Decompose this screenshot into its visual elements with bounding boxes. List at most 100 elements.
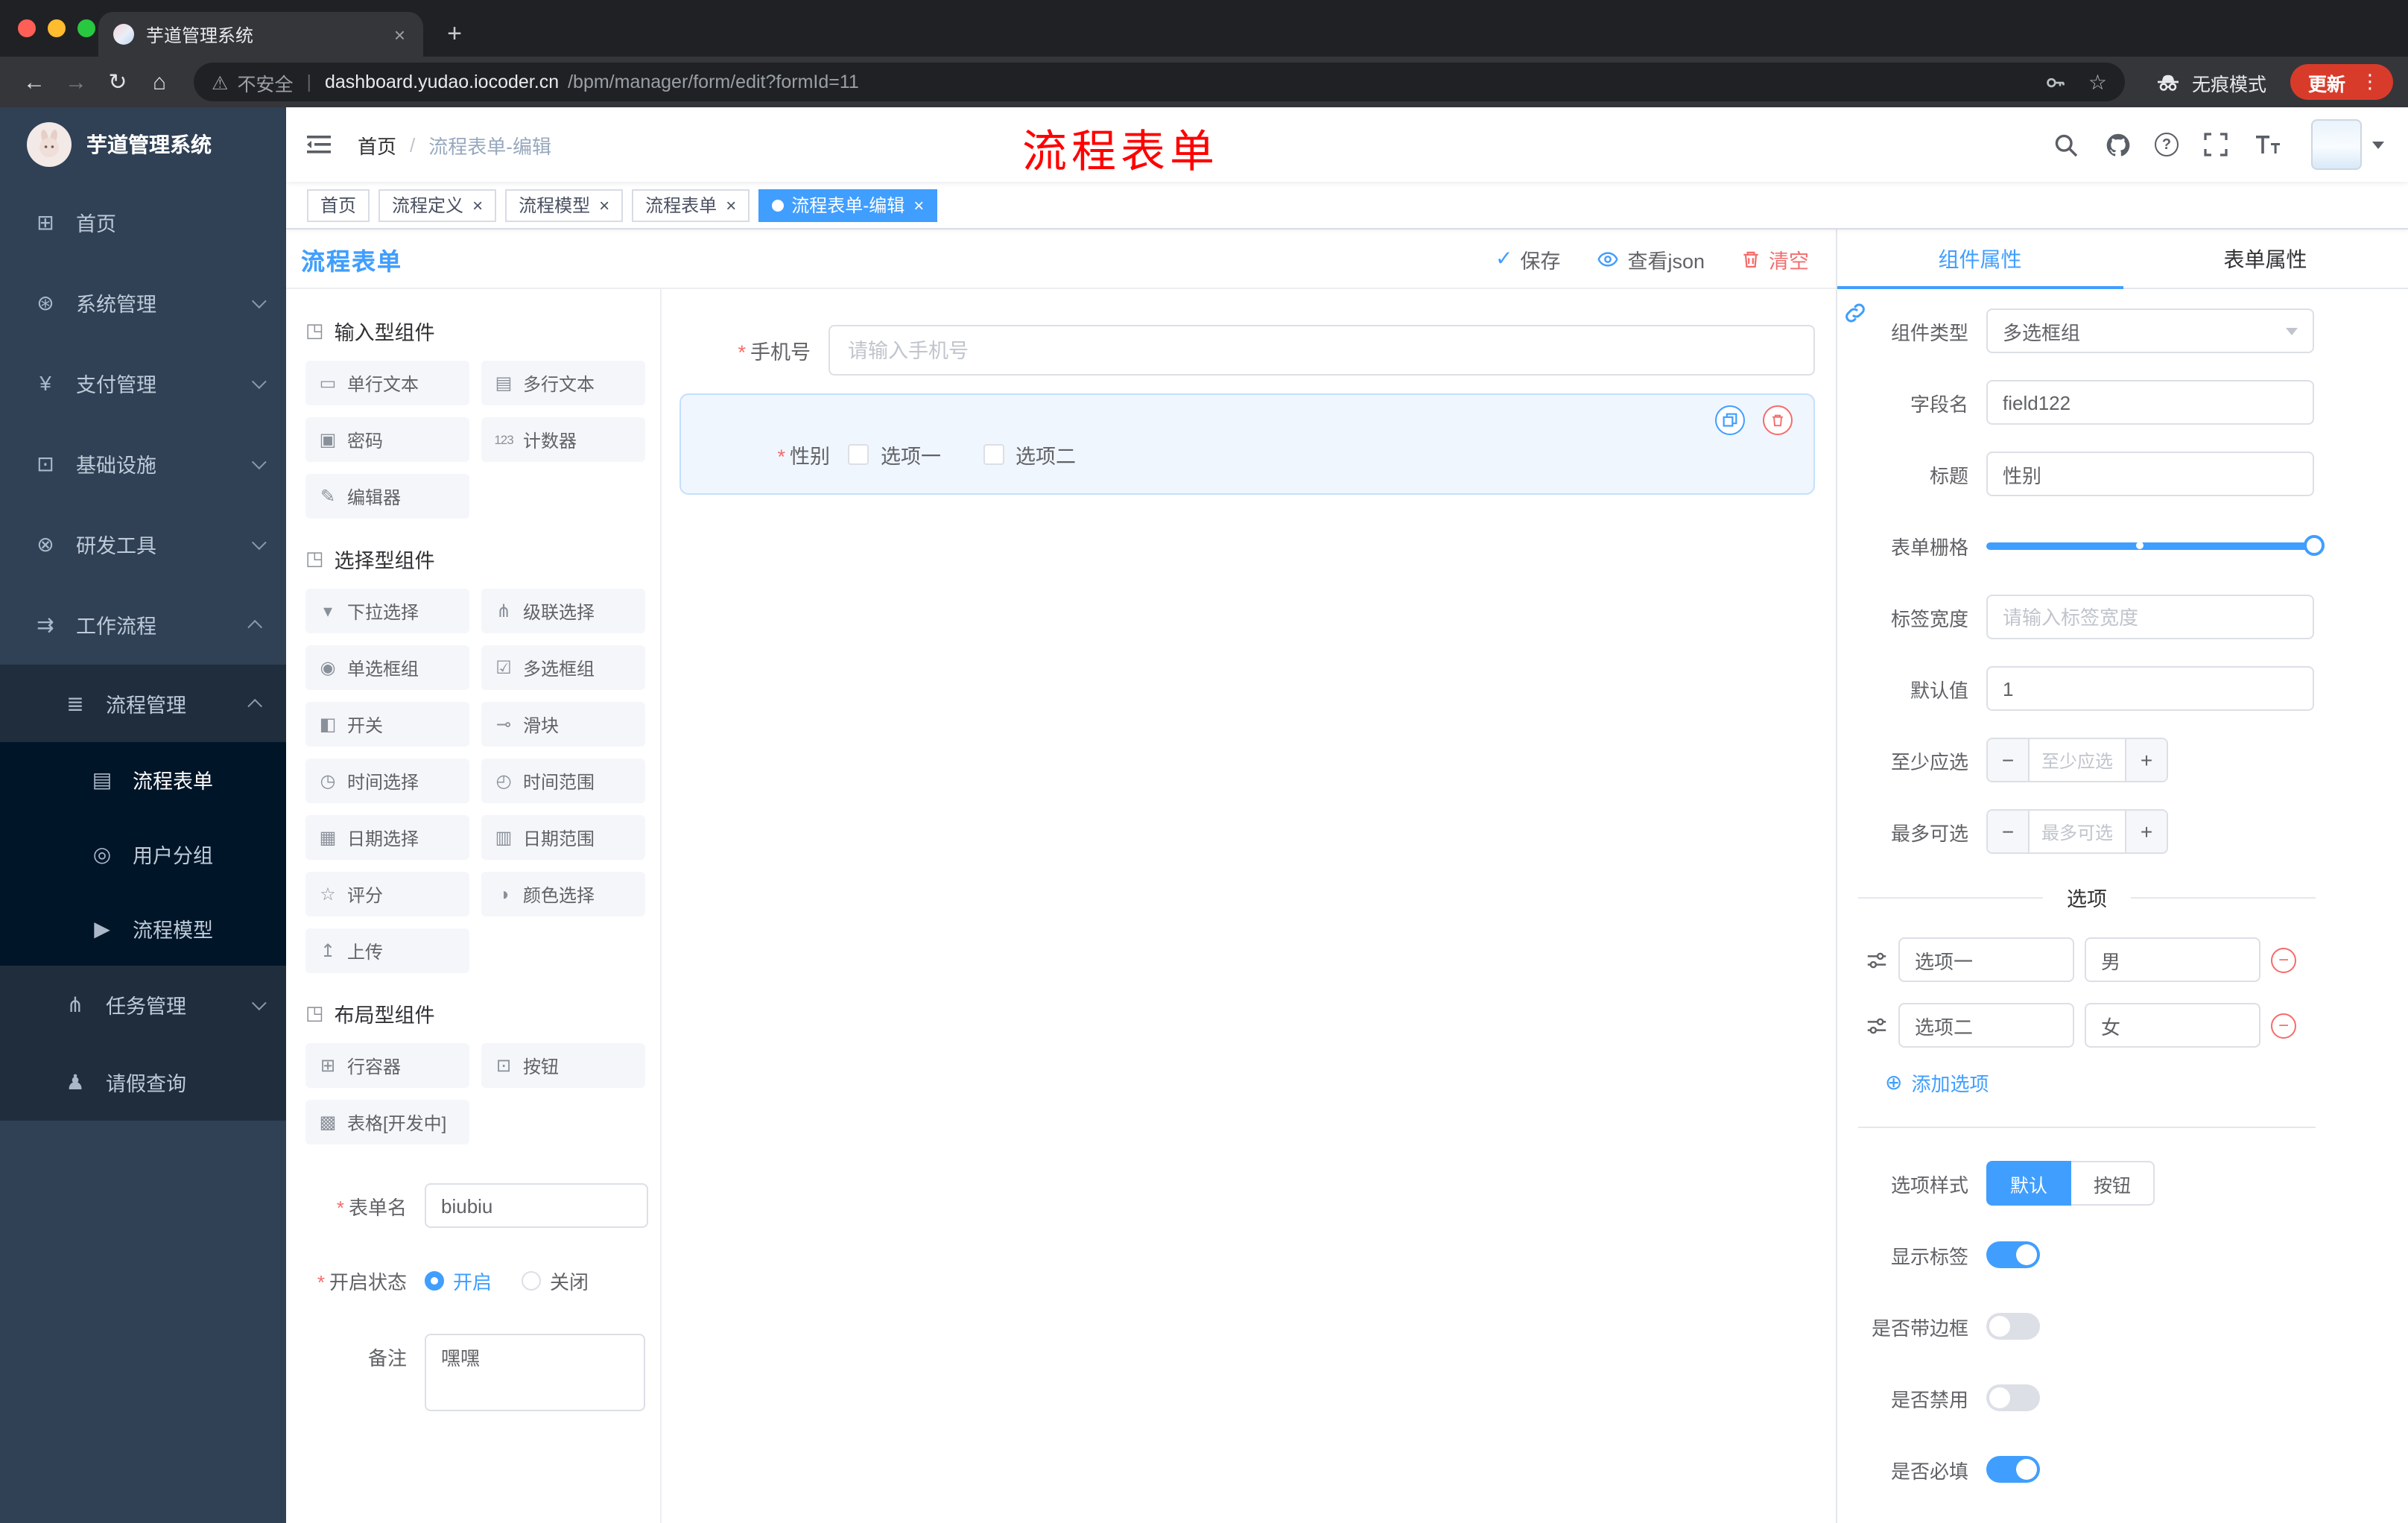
palette-item-upload[interactable]: ↥ 上传 bbox=[305, 928, 469, 973]
zoom-window-button[interactable] bbox=[77, 19, 95, 37]
palette-item-date-picker[interactable]: ▦ 日期选择 bbox=[305, 815, 469, 860]
browser-menu-icon[interactable]: ⋮ bbox=[2356, 70, 2384, 94]
remove-option-button[interactable]: − bbox=[2271, 947, 2296, 972]
sidebar-item-process-form[interactable]: ▤ 流程表单 bbox=[0, 742, 286, 817]
increment-button[interactable]: + bbox=[2125, 739, 2167, 781]
default-value-input[interactable] bbox=[1986, 666, 2314, 711]
palette-item-switch[interactable]: ◧ 开关 bbox=[305, 702, 469, 747]
gender-field-row[interactable]: * 性别 选项一 选项二 bbox=[699, 440, 1796, 469]
sidebar-item-workflow[interactable]: ⇉ 工作流程 bbox=[0, 584, 286, 665]
sidebar-item-system[interactable]: ⊛ 系统管理 bbox=[0, 262, 286, 343]
tab-component-props[interactable]: 组件属性 bbox=[1837, 229, 2123, 289]
hamburger-icon[interactable] bbox=[304, 130, 334, 159]
drag-handle-icon[interactable] bbox=[1866, 1014, 1888, 1036]
delete-component-button[interactable] bbox=[1763, 405, 1793, 435]
label-width-input[interactable] bbox=[1986, 595, 2314, 639]
drag-handle-icon[interactable] bbox=[1866, 949, 1888, 971]
forward-icon[interactable]: → bbox=[57, 63, 95, 101]
palette-item-cascader[interactable]: ⋔ 级联选择 bbox=[481, 589, 645, 633]
home-icon[interactable]: ⌂ bbox=[140, 63, 179, 101]
title-input[interactable] bbox=[1986, 452, 2314, 496]
field-name-input[interactable] bbox=[1986, 380, 2314, 425]
clear-button[interactable]: 清空 bbox=[1740, 244, 1809, 273]
tab-close-icon[interactable]: × bbox=[391, 23, 408, 45]
status-off-radio[interactable]: 关闭 bbox=[522, 1267, 589, 1295]
palette-item-row-container[interactable]: ⊞ 行容器 bbox=[305, 1043, 469, 1088]
tab-form-props[interactable]: 表单属性 bbox=[2123, 229, 2408, 288]
reload-icon[interactable]: ↻ bbox=[98, 63, 137, 101]
phone-input[interactable] bbox=[828, 325, 1815, 376]
tag-close-icon[interactable]: × bbox=[598, 196, 609, 214]
breadcrumb-home[interactable]: 首页 bbox=[358, 130, 396, 159]
new-tab-button[interactable]: + bbox=[435, 15, 474, 54]
palette-item-radio-group[interactable]: ◉ 单选框组 bbox=[305, 645, 469, 690]
palette-item-color-picker[interactable]: ◑ 颜色选择 bbox=[481, 872, 645, 916]
sidebar-item-user-group[interactable]: ◎ 用户分组 bbox=[0, 817, 286, 891]
palette-item-multi-line-text[interactable]: ▤ 多行文本 bbox=[481, 361, 645, 405]
view-json-button[interactable]: 查看json bbox=[1596, 244, 1705, 273]
grid-slider[interactable] bbox=[1986, 523, 2325, 568]
palette-item-editor[interactable]: ✎ 编辑器 bbox=[305, 474, 469, 519]
sidebar-item-home[interactable]: ⊞ 首页 bbox=[0, 182, 286, 262]
sidebar-item-leave-query[interactable]: ♟ 请假查询 bbox=[0, 1043, 286, 1121]
palette-item-password[interactable]: ▣ 密码 bbox=[305, 417, 469, 462]
palette-item-counter[interactable]: 123 计数器 bbox=[481, 417, 645, 462]
option-2-value-input[interactable] bbox=[2085, 1003, 2260, 1048]
tag-close-icon[interactable]: × bbox=[471, 196, 483, 214]
form-name-input[interactable] bbox=[425, 1183, 648, 1228]
fullscreen-icon[interactable] bbox=[2201, 130, 2231, 159]
address-bar[interactable]: ⚠ 不安全 | dashboard.yudao.iocoder.cn/bpm/m… bbox=[194, 63, 2125, 101]
palette-item-checkbox-group[interactable]: ☑ 多选框组 bbox=[481, 645, 645, 690]
tag-process-model[interactable]: 流程模型 × bbox=[505, 189, 624, 221]
form-remark-input[interactable]: 嘿嘿 bbox=[425, 1334, 645, 1411]
palette-item-button[interactable]: ⊡ 按钮 bbox=[481, 1043, 645, 1088]
gender-option-1-checkbox[interactable]: 选项一 bbox=[848, 440, 941, 469]
sidebar-item-task-management[interactable]: ⋔ 任务管理 bbox=[0, 966, 286, 1043]
style-button-button[interactable]: 按钮 bbox=[2071, 1161, 2155, 1206]
password-key-icon[interactable] bbox=[2041, 67, 2070, 97]
status-on-radio[interactable]: 开启 bbox=[425, 1267, 492, 1295]
update-button[interactable]: 更新 ⋮ bbox=[2290, 64, 2393, 100]
border-toggle[interactable] bbox=[1986, 1313, 2040, 1340]
gender-option-2-checkbox[interactable]: 选项二 bbox=[983, 440, 1076, 469]
tag-process-definition[interactable]: 流程定义 × bbox=[378, 189, 497, 221]
question-icon[interactable]: ? bbox=[2155, 133, 2179, 156]
search-icon[interactable] bbox=[2050, 130, 2080, 159]
component-type-select[interactable]: 多选框组 bbox=[1986, 308, 2314, 353]
palette-item-time-picker[interactable]: ◷ 时间选择 bbox=[305, 759, 469, 803]
palette-item-select[interactable]: ▾ 下拉选择 bbox=[305, 589, 469, 633]
option-1-label-input[interactable] bbox=[1898, 937, 2074, 982]
tag-close-icon[interactable]: × bbox=[912, 196, 924, 214]
palette-item-rate[interactable]: ☆ 评分 bbox=[305, 872, 469, 916]
tag-process-form[interactable]: 流程表单 × bbox=[632, 189, 750, 221]
palette-item-single-line-text[interactable]: ▭ 单行文本 bbox=[305, 361, 469, 405]
link-icon[interactable] bbox=[1843, 301, 1870, 328]
slider-handle[interactable] bbox=[2304, 535, 2325, 556]
required-toggle[interactable] bbox=[1986, 1456, 2040, 1483]
sidebar-item-process-model[interactable]: ▶ 流程模型 bbox=[0, 891, 286, 966]
option-2-label-input[interactable] bbox=[1898, 1003, 2074, 1048]
sidebar-item-devtools[interactable]: ⊗ 研发工具 bbox=[0, 504, 286, 584]
github-icon[interactable] bbox=[2103, 130, 2132, 159]
back-icon[interactable]: ← bbox=[15, 63, 54, 101]
disabled-toggle[interactable] bbox=[1986, 1384, 2040, 1411]
option-1-value-input[interactable] bbox=[2085, 937, 2260, 982]
copy-component-button[interactable] bbox=[1715, 405, 1745, 435]
remove-option-button[interactable]: − bbox=[2271, 1013, 2296, 1038]
tag-home[interactable]: 首页 bbox=[307, 189, 370, 221]
palette-item-slider[interactable]: ⊸ 滑块 bbox=[481, 702, 645, 747]
sidebar-item-infrastructure[interactable]: ⊡ 基础设施 bbox=[0, 423, 286, 504]
browser-tab[interactable]: 芋道管理系统 × bbox=[98, 12, 423, 57]
font-size-icon[interactable] bbox=[2253, 130, 2283, 159]
minimize-window-button[interactable] bbox=[48, 19, 66, 37]
min-select-value[interactable]: 至少应选 bbox=[2030, 739, 2125, 781]
sidebar-item-process-management[interactable]: ≣ 流程管理 bbox=[0, 665, 286, 742]
palette-item-table[interactable]: ▩ 表格[开发中] bbox=[305, 1100, 469, 1144]
decrement-button[interactable]: − bbox=[1988, 739, 2030, 781]
form-canvas[interactable]: * 手机号 请输入手机号 * 性别 选项一 选项二 bbox=[662, 289, 1836, 1523]
palette-item-date-range[interactable]: ▥ 日期范围 bbox=[481, 815, 645, 860]
sidebar-item-payment[interactable]: ¥ 支付管理 bbox=[0, 343, 286, 423]
max-select-value[interactable]: 最多可选 bbox=[2030, 811, 2125, 852]
increment-button[interactable]: + bbox=[2125, 811, 2167, 852]
style-default-button[interactable]: 默认 bbox=[1986, 1161, 2072, 1206]
